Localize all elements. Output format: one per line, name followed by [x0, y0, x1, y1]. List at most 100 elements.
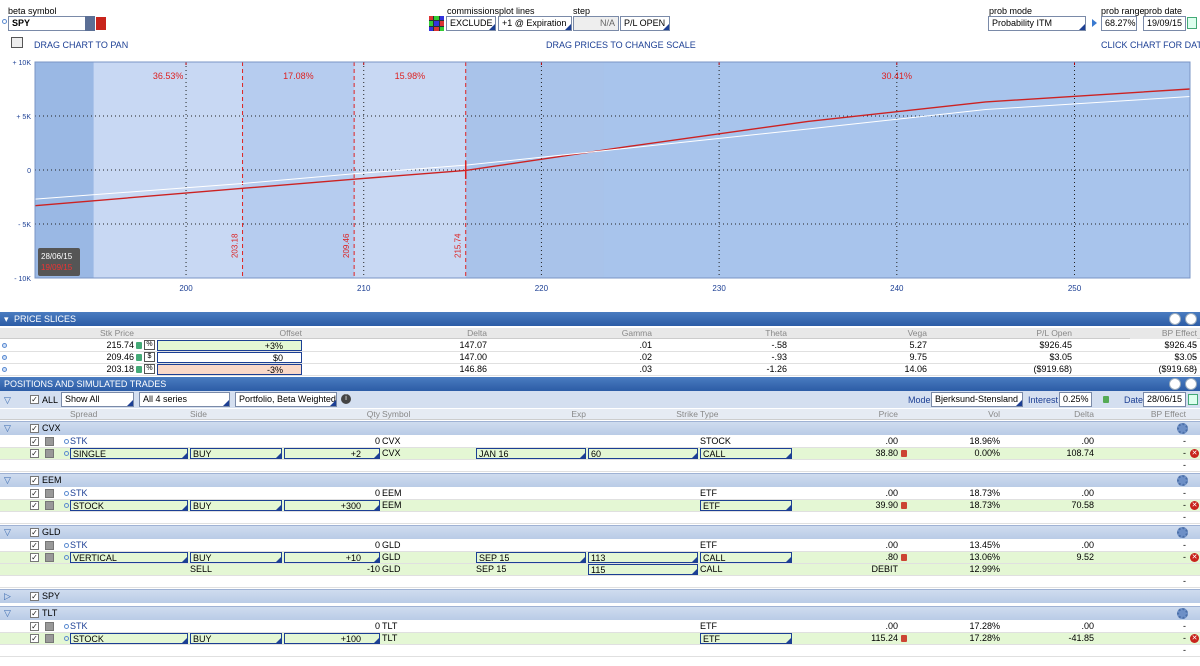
play-icon[interactable] [1092, 19, 1097, 27]
row-color-swatch[interactable] [45, 449, 54, 458]
step-input[interactable]: N/A [573, 16, 619, 31]
gear-icon[interactable] [1177, 527, 1188, 538]
position-row[interactable]: ✓ SINGLE BUY +2 CVX JAN 16 60 CALL 38.80 0.00% 108… [0, 448, 1200, 460]
row-color-swatch[interactable] [45, 501, 54, 510]
row-color-swatch[interactable] [45, 634, 54, 643]
slice-offset-input[interactable]: -3% [157, 364, 302, 375]
chart-mode-icon[interactable] [11, 37, 23, 48]
weight-select[interactable]: Portfolio, Beta Weighted [235, 392, 337, 407]
symbol-dropdown-icon[interactable] [85, 16, 95, 31]
slice-offset-input[interactable]: +3% [157, 340, 302, 351]
date-input[interactable]: 28/06/15 [1143, 392, 1186, 407]
position-group-spy[interactable]: ▷ ✓ SPY [0, 589, 1200, 603]
position-strike-input[interactable]: 113 [588, 552, 698, 563]
remove-trade-icon[interactable]: ✕ [1190, 553, 1199, 562]
row-color-swatch[interactable] [45, 553, 54, 562]
position-side-input[interactable]: BUY [190, 500, 282, 511]
position-side-input[interactable]: BUY [190, 552, 282, 563]
position-qty-input[interactable]: +10 [284, 552, 380, 563]
row-color-swatch[interactable] [45, 489, 54, 498]
price-slice-row[interactable]: 209.46 $ $0 147.00.02 -.93 9.75 $3.05 $3.05- [0, 352, 1200, 364]
position-group-tlt[interactable]: ▽ ✓ TLT [0, 606, 1200, 620]
calendar-icon[interactable] [1187, 17, 1197, 29]
position-row[interactable]: ✓ STK 0 CVX STOCK .00 18.96% .00 - [0, 436, 1200, 448]
position-side-input[interactable]: BUY [190, 633, 282, 644]
row-checkbox[interactable]: ✓ [30, 622, 39, 631]
position-row[interactable]: ✓ STOCK BUY +100 TLT ETF 115.24 17.28% -41.85 - ✕ [0, 633, 1200, 645]
position-side-input[interactable]: BUY [190, 448, 282, 459]
gear-icon[interactable] [1177, 608, 1188, 619]
group-checkbox[interactable]: ✓ [30, 592, 39, 601]
row-checkbox[interactable]: ✓ [30, 541, 39, 550]
collapse-arrow-icon[interactable]: ▽ [4, 474, 11, 487]
gear-icon[interactable] [1177, 475, 1188, 486]
remove-trade-icon[interactable]: ✕ [1190, 449, 1199, 458]
position-row[interactable]: SELL -10 GLD SEP 15 115 CALL DEBIT 12.99% [0, 564, 1200, 576]
position-row[interactable]: ✓ STOCK BUY +300 EEM ETF 39.90 18.73% 70.58 - ✕ [0, 500, 1200, 512]
row-checkbox[interactable]: ✓ [30, 634, 39, 643]
date-calendar-icon[interactable] [1188, 394, 1198, 405]
position-type-input[interactable]: CALL [700, 552, 792, 563]
collapse-arrow-icon[interactable]: ▾ [4, 312, 9, 326]
position-spread-input[interactable]: STOCK [70, 500, 188, 511]
lock-icon[interactable] [136, 354, 142, 361]
slice-price[interactable]: 215.74 [8, 340, 134, 351]
remove-trade-icon[interactable]: ✕ [1190, 501, 1199, 510]
lock-icon[interactable] [136, 366, 142, 373]
position-type-input[interactable]: ETF [700, 633, 792, 644]
row-checkbox[interactable]: ✓ [30, 501, 39, 510]
prob-mode-select[interactable]: Probability ITM [988, 16, 1086, 31]
position-qty-input[interactable]: +2 [284, 448, 380, 459]
offset-mode-icon[interactable]: $ [144, 352, 155, 362]
price-lock-icon[interactable] [901, 450, 907, 457]
beta-symbol-input[interactable]: SPY [8, 16, 94, 31]
expand-arrow-icon[interactable]: ▷ [4, 590, 11, 603]
symbol-flag-icon[interactable] [96, 17, 106, 30]
slice-price[interactable]: 209.46 [8, 352, 134, 363]
position-group-gld[interactable]: ▽ ✓ GLD [0, 525, 1200, 539]
row-checkbox[interactable]: ✓ [30, 553, 39, 562]
show-select[interactable]: Show All [61, 392, 134, 407]
position-type-input[interactable]: ETF [700, 500, 792, 511]
info-icon[interactable]: i [341, 394, 351, 404]
commissions-select[interactable]: EXCLUDE [446, 16, 496, 31]
position-exp-input[interactable]: SEP 15 [476, 552, 586, 563]
position-strike-input[interactable]: 115 [588, 564, 698, 575]
price-slice-row[interactable]: 215.74% +3% 147.07.01 -.58 5.27 $926.45 $926.4… [0, 340, 1200, 352]
position-row[interactable]: ✓ STK 0 TLT ETF .00 17.28% .00 - [0, 621, 1200, 633]
row-color-swatch[interactable] [45, 622, 54, 631]
risk-profile-chart[interactable]: 36.53% 17.08% 15.98% 30.41% 200 210 220 230 240 2… [0, 57, 1200, 310]
position-group-cvx[interactable]: ▽ ✓ CVX [0, 421, 1200, 435]
remove-trade-icon[interactable]: ✕ [1190, 634, 1199, 643]
row-color-swatch[interactable] [45, 541, 54, 550]
row-checkbox[interactable]: ✓ [30, 437, 39, 446]
collapse-arrow-icon[interactable]: ▽ [4, 607, 11, 620]
position-strike-input[interactable]: 60 [588, 448, 698, 459]
row-color-swatch[interactable] [45, 437, 54, 446]
position-spread-input[interactable]: STOCK [70, 633, 188, 644]
interest-lock-icon[interactable] [1103, 396, 1109, 403]
group-checkbox[interactable]: ✓ [30, 476, 39, 485]
price-lock-icon[interactable] [901, 635, 907, 642]
interest-input[interactable]: 0.25% [1059, 392, 1092, 407]
positions-expand-icon[interactable] [1169, 378, 1181, 390]
slice-price[interactable]: 203.18 [8, 364, 134, 375]
collapse-arrow-icon[interactable]: ▽ [4, 422, 11, 435]
group-checkbox[interactable]: ✓ [30, 424, 39, 433]
add-slice-icon[interactable] [1169, 313, 1181, 325]
position-row[interactable]: ✓ STK 0 GLD ETF .00 13.45% .00 - [0, 540, 1200, 552]
pl-mode-select[interactable]: P/L OPEN [620, 16, 670, 31]
price-slice-row[interactable]: 203.18% -3% 146.86.03 -1.26 14.06 ($919.68) ($… [0, 364, 1200, 376]
offset-mode-icon[interactable]: % [144, 340, 155, 350]
prob-range-input[interactable]: 68.27% [1101, 16, 1137, 31]
position-qty-input[interactable]: +100 [284, 633, 380, 644]
position-row[interactable]: ✓ VERTICAL BUY +10 GLD SEP 15 113 CALL .80 13.06%… [0, 552, 1200, 564]
offset-mode-icon[interactable]: % [144, 364, 155, 374]
positions-menu-icon[interactable] [1185, 378, 1197, 390]
slice-offset-input[interactable]: $0 [157, 352, 302, 363]
price-lock-icon[interactable] [901, 554, 907, 561]
position-group-eem[interactable]: ▽ ✓ EEM [0, 473, 1200, 487]
expand-all-icon[interactable]: ▽ [4, 395, 11, 406]
row-checkbox[interactable]: ✓ [30, 489, 39, 498]
plot-lines-select[interactable]: +1 @ Expiration [498, 16, 572, 31]
